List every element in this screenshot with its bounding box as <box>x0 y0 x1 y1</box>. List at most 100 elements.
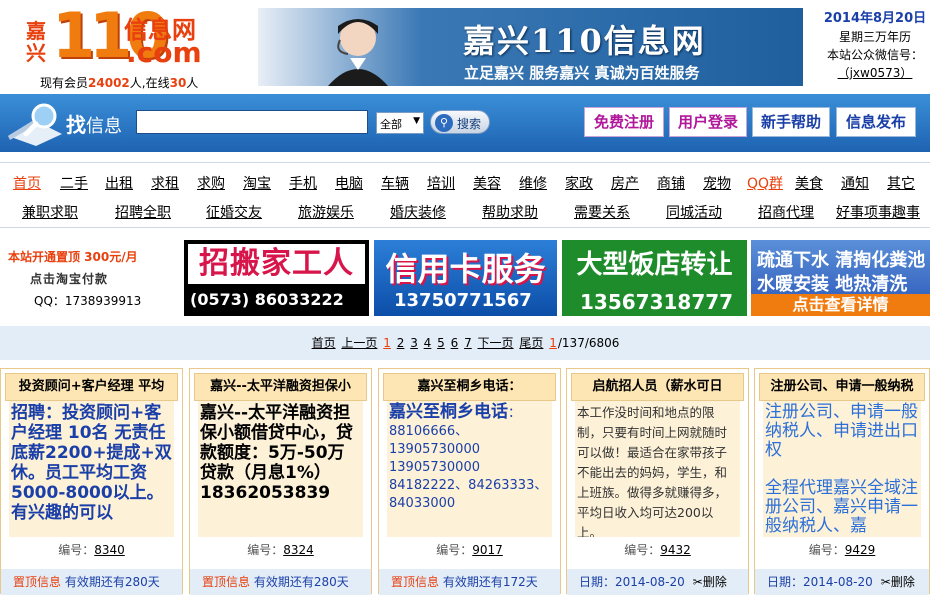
ad-row: 本站开通置顶 300元/月 点击淘宝付款 QQ：1738939913 招搬家工人… <box>0 236 930 320</box>
nav-item-phone[interactable]: 手机 <box>289 173 317 193</box>
nav-item-notice[interactable]: 通知 <box>841 173 869 193</box>
nav-item-franchise[interactable]: 招商代理 <box>758 202 814 222</box>
pager-page-2[interactable]: 2 <box>397 336 405 350</box>
promo-text[interactable]: 本站开通置顶 300元/月 点击淘宝付款 QQ：1738939913 <box>8 246 178 312</box>
nav-item-events[interactable]: 同城活动 <box>666 202 722 222</box>
listing-card: 嘉兴--太平洋融资担保小 嘉兴--太平洋融资担保小额借贷中心，贷款额度：5万-5… <box>189 368 372 595</box>
pager-next[interactable]: 下一页 <box>478 336 514 350</box>
banner-slogan: 立足嘉兴 服务嘉兴 真诚为百姓服务 <box>464 64 700 82</box>
nav-item-other[interactable]: 其它 <box>887 173 915 193</box>
nav-item-food[interactable]: 美食 <box>795 173 823 193</box>
ad-credit-card-title: 信用卡服务 <box>385 250 546 288</box>
login-button[interactable]: 用户登录 <box>669 107 747 137</box>
delete-link[interactable]: ✂删除 <box>693 575 727 589</box>
listing-body[interactable]: 注册公司、申请一般纳税人、申请进出口权 全程代理嘉兴全域注册公司、嘉兴申请一般纳… <box>763 401 921 537</box>
delete-link[interactable]: ✂删除 <box>881 575 915 589</box>
nav-item-rent-want[interactable]: 求租 <box>151 173 179 193</box>
listing-title[interactable]: 嘉兴--太平洋融资担保小 <box>194 373 367 401</box>
nav-item-dating[interactable]: 征婚交友 <box>206 202 262 222</box>
listing-id-label: 编号： <box>808 543 845 557</box>
validity-text: 有效期还有172天 <box>442 575 538 589</box>
listing-body[interactable]: 本工作没时间和地点的限制，只要有时间上网就随时可以做！最适合在家带孩子不能出去的… <box>575 401 740 537</box>
ad-credit-card[interactable]: 信用卡服务 13750771567 <box>374 240 557 316</box>
nav-item-travel[interactable]: 旅游娱乐 <box>298 202 354 222</box>
search-input[interactable] <box>136 110 368 134</box>
nav-item-wedding[interactable]: 婚庆装修 <box>390 202 446 222</box>
pager-page-4[interactable]: 4 <box>424 336 432 350</box>
nav-item-taobao[interactable]: 淘宝 <box>243 173 271 193</box>
pager-page-5[interactable]: 5 <box>437 336 445 350</box>
listing-id[interactable]: 9432 <box>660 543 691 557</box>
nav-item-training[interactable]: 培训 <box>427 173 455 193</box>
listing-id-row: 编号：9432 <box>567 541 748 563</box>
pager-page-7[interactable]: 7 <box>464 336 472 350</box>
nav-item-stories[interactable]: 好事项事趣事 <box>836 202 920 222</box>
listing-title[interactable]: 注册公司、申请一般纳税 <box>759 373 925 401</box>
listing-footer: 置顶信息 有效期还有172天 <box>379 569 560 595</box>
listing-title[interactable]: 启航招人员（薪水可日 <box>571 373 744 401</box>
nav-item-pets[interactable]: 宠物 <box>703 173 731 193</box>
help-button[interactable]: 新手帮助 <box>752 107 830 137</box>
listing-id-label: 编号： <box>436 543 473 557</box>
pager-last[interactable]: 尾页 <box>519 336 543 350</box>
listing-footer: 日期：2014-08-20 ✂删除 <box>567 569 748 595</box>
listing-body[interactable]: 招聘：投资顾问+客户经理 10名 无责任底薪2200+提成+双休。员工平均工资5… <box>9 401 174 537</box>
listing-id[interactable]: 8324 <box>283 543 314 557</box>
site-logo[interactable]: 嘉兴 110 信息网 .com <box>22 4 222 74</box>
nav-item-fulltime[interactable]: 招聘全职 <box>115 202 171 222</box>
pager-page-1[interactable]: 1 <box>383 336 391 350</box>
listing-id[interactable]: 9429 <box>845 543 876 557</box>
pager-page-6[interactable]: 6 <box>451 336 459 350</box>
members-count: 24002 <box>88 76 130 90</box>
nav-item-home[interactable]: 首页 <box>13 173 41 193</box>
nav-item-rent-out[interactable]: 出租 <box>105 173 133 193</box>
nav-item-buy-want[interactable]: 求购 <box>197 173 225 193</box>
listing-footer: 日期：2014-08-20 ✂删除 <box>755 569 929 595</box>
search-icon: ⚲ <box>435 114 453 132</box>
listing-body[interactable]: 嘉兴至桐乡电话：88106666、13905730000 13905730000… <box>387 401 552 537</box>
pager-prev[interactable]: 上一页 <box>341 336 377 350</box>
pager-page-3[interactable]: 3 <box>410 336 418 350</box>
nav-item-parttime[interactable]: 兼职求职 <box>22 202 78 222</box>
listing-id-label: 编号： <box>247 543 284 557</box>
search-button[interactable]: ⚲ 搜索 <box>430 110 490 134</box>
listing-title[interactable]: 投资顾问+客户经理 平均 <box>5 373 178 401</box>
wechat-id-link[interactable]: （jxw0573） <box>820 64 930 82</box>
listing-title[interactable]: 嘉兴至桐乡电话： <box>383 373 556 401</box>
nav-item-vehicle[interactable]: 车辆 <box>381 173 409 193</box>
register-button[interactable]: 免费注册 <box>584 107 664 137</box>
nav-item-repair[interactable]: 维修 <box>519 173 547 193</box>
nav-item-realestate[interactable]: 房产 <box>611 173 639 193</box>
calendar-link[interactable]: 星期三万年历 <box>820 28 930 46</box>
ad-plumbing-line1: 疏通下水 清掏化粪池 <box>757 250 926 271</box>
pinned-label: 置顶信息 <box>202 575 251 589</box>
nav-item-housekeeping[interactable]: 家政 <box>565 173 593 193</box>
nav-item-qq-group[interactable]: QQ群 <box>747 173 783 193</box>
ad-restaurant[interactable]: 大型饭店转让 13567318777 <box>562 240 747 316</box>
pager-current[interactable]: 1 <box>549 336 557 350</box>
listing-id[interactable]: 9017 <box>472 543 503 557</box>
search-scope-select[interactable]: 全部 ▼ <box>376 112 424 134</box>
pinned-label: 置顶信息 <box>13 575 62 589</box>
customer-service-figure <box>328 19 388 86</box>
listing-id[interactable]: 8340 <box>94 543 125 557</box>
nav-item-shops[interactable]: 商铺 <box>657 173 685 193</box>
nav-item-relations[interactable]: 需要关系 <box>574 202 630 222</box>
post-info-button[interactable]: 信息发布 <box>836 107 916 137</box>
ad-restaurant-title: 大型饭店转让 <box>576 250 733 280</box>
pager-first[interactable]: 首页 <box>312 336 336 350</box>
listing-body[interactable]: 嘉兴--太平洋融资担保小额借贷中心，贷款额度：5万-50万贷款（月息1%）183… <box>198 401 363 537</box>
pager-total: 1/137/6806 <box>548 336 619 350</box>
search-scope-value: 全部 <box>380 118 402 131</box>
nav-item-secondhand[interactable]: 二手 <box>60 173 88 193</box>
promo-pay-link[interactable]: 点击淘宝付款 <box>8 268 178 290</box>
nav-item-help[interactable]: 帮助求助 <box>482 202 538 222</box>
nav-item-computer[interactable]: 电脑 <box>335 173 363 193</box>
category-nav: 首页 二手 出租 求租 求购 淘宝 手机 电脑 车辆 培训 美容 维修 家政 房… <box>0 162 930 228</box>
ad-plumbing[interactable]: 疏通下水 清掏化粪池 水暖安装 地热清洗 点击查看详情 <box>751 240 930 316</box>
ad-plumbing-cta[interactable]: 点击查看详情 <box>751 294 930 316</box>
header-banner[interactable]: 嘉兴110信息网 立足嘉兴 服务嘉兴 真诚为百姓服务 <box>258 8 803 86</box>
ad-movers[interactable]: 招搬家工人 (0573) 86033222 <box>184 240 369 316</box>
search-button-label: 搜索 <box>457 117 482 131</box>
nav-item-beauty[interactable]: 美容 <box>473 173 501 193</box>
